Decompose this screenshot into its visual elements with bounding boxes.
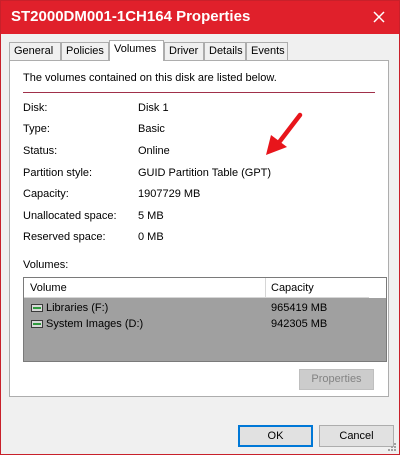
drive-icon (31, 304, 43, 312)
volume-name: Libraries (F:) (46, 302, 109, 314)
column-header-volume[interactable]: Volume (30, 282, 67, 294)
reserved-space-value: 0 MB (138, 231, 164, 243)
volumes-list[interactable]: Volume Capacity Libraries (F:) 965419 MB… (23, 277, 387, 362)
tab-driver[interactable]: Driver (164, 42, 204, 60)
volume-capacity: 942305 MB (271, 318, 328, 330)
resize-grip-icon[interactable] (386, 441, 396, 451)
partition-style-value: GUID Partition Table (GPT) (138, 167, 272, 179)
intro-text: The volumes contained on this disk are l… (23, 72, 277, 84)
status-label: Status: (23, 145, 58, 157)
header-filler (369, 278, 386, 298)
red-arrow-icon (266, 112, 303, 155)
tab-events[interactable]: Events (246, 42, 288, 60)
column-header-capacity[interactable]: Capacity (271, 282, 314, 294)
capacity-value: 1907729 MB (138, 188, 201, 200)
properties-button[interactable]: Properties (299, 369, 374, 390)
partition-style-label: Partition style: (23, 167, 93, 179)
table-row[interactable]: Libraries (F:) 965419 MB (24, 300, 386, 316)
tab-volumes[interactable]: Volumes (109, 40, 164, 61)
volume-name: System Images (D:) (46, 318, 144, 330)
status-value: Online (138, 145, 170, 157)
type-value: Basic (138, 123, 165, 135)
tab-policies[interactable]: Policies (61, 42, 109, 60)
tab-details[interactable]: Details (204, 42, 246, 60)
divider (23, 92, 375, 93)
disk-label: Disk: (23, 102, 48, 114)
close-icon (373, 11, 385, 23)
unallocated-space-value: 5 MB (138, 210, 164, 222)
window-title: ST2000DM001-1CH164 Properties (11, 8, 251, 25)
drive-icon (31, 320, 43, 328)
close-button[interactable] (367, 5, 391, 29)
table-row[interactable]: System Images (D:) 942305 MB (24, 316, 386, 332)
column-divider[interactable] (265, 278, 266, 298)
ok-button[interactable]: OK (238, 425, 313, 447)
capacity-label: Capacity: (23, 188, 69, 200)
volumes-panel: The volumes contained on this disk are l… (9, 60, 389, 397)
list-header: Volume Capacity (24, 278, 386, 298)
disk-value: Disk 1 (138, 102, 169, 114)
volume-capacity: 965419 MB (271, 302, 328, 314)
reserved-space-label: Reserved space: (23, 231, 106, 243)
properties-dialog: ST2000DM001-1CH164 Properties General Po… (0, 0, 400, 455)
type-label: Type: (23, 123, 50, 135)
tab-general[interactable]: General (9, 42, 61, 60)
unallocated-space-label: Unallocated space: (23, 210, 117, 222)
volumes-label: Volumes: (23, 259, 69, 271)
cancel-button[interactable]: Cancel (319, 425, 394, 447)
title-bar[interactable]: ST2000DM001-1CH164 Properties (1, 1, 399, 34)
